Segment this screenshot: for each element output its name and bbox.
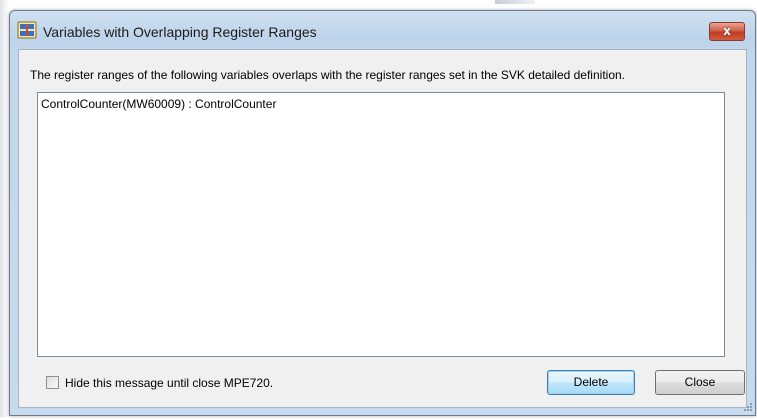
background-edge — [0, 0, 9, 417]
app-icon — [17, 21, 37, 39]
close-icon: x — [723, 24, 731, 38]
hide-message-checkbox[interactable] — [46, 376, 59, 389]
list-item[interactable]: ControlCounter(MW60009) : ControlCounter — [41, 97, 276, 111]
variables-list[interactable]: ControlCounter(MW60009) : ControlCounter — [37, 92, 725, 357]
message-text: The register ranges of the following var… — [30, 68, 625, 82]
window-title: Variables with Overlapping Register Rang… — [43, 24, 317, 40]
dialog-body: The register ranges of the following var… — [18, 49, 747, 408]
dialog-window: Variables with Overlapping Register Rang… — [9, 10, 756, 416]
close-button[interactable]: Close — [655, 370, 745, 395]
close-window-button[interactable]: x — [709, 22, 745, 41]
resize-grip-icon[interactable] — [741, 401, 753, 413]
delete-button[interactable]: Delete — [547, 370, 635, 395]
title-bar[interactable]: Variables with Overlapping Register Rang… — [10, 11, 755, 49]
hide-message-label[interactable]: Hide this message until close MPE720. — [65, 376, 273, 390]
background-artifact — [495, 0, 535, 4]
